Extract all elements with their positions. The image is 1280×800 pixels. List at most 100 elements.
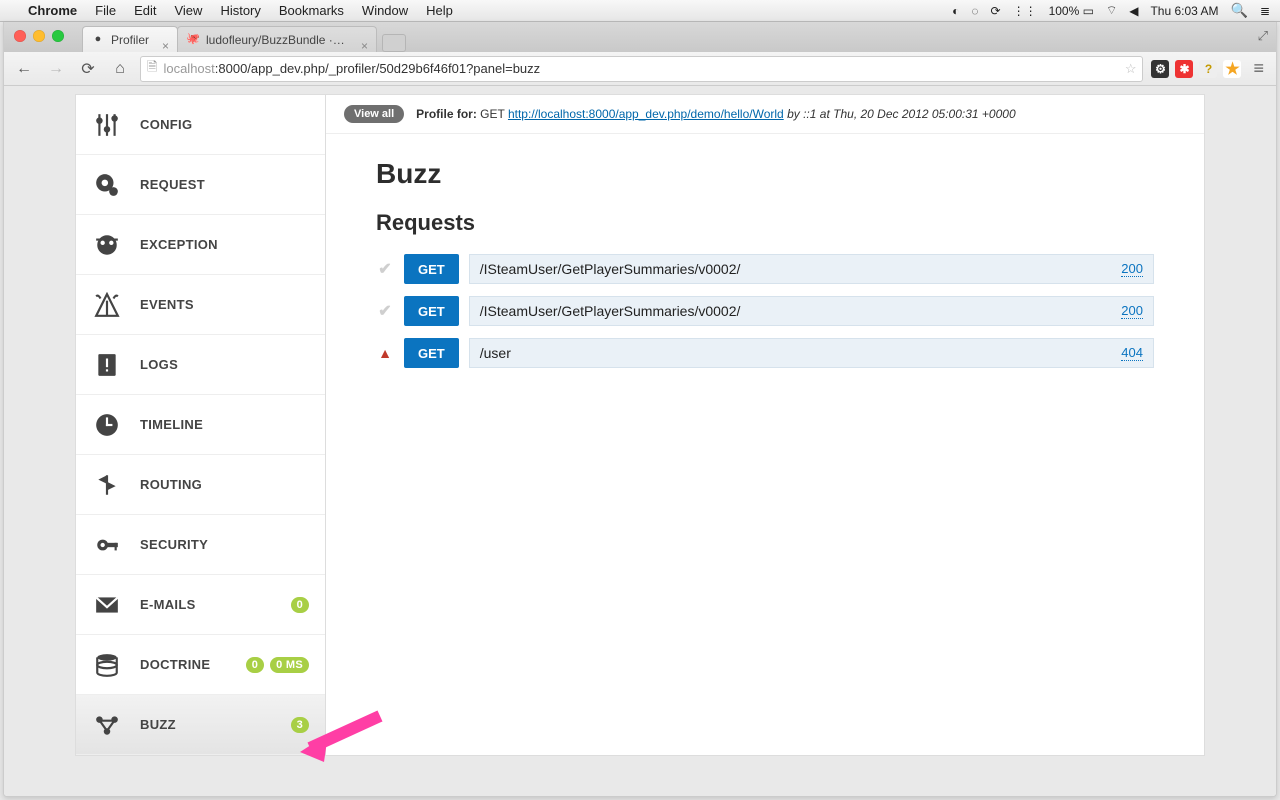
bluetooth-icon[interactable]: ⋮⋮ (1013, 4, 1037, 18)
wifi-icon[interactable]: ⌔ (1106, 3, 1117, 18)
window-zoom-button[interactable] (52, 30, 64, 42)
sidebar-item-config[interactable]: Config (76, 95, 325, 155)
sidebar-item-label: Exception (140, 237, 218, 252)
sidebar-item-buzz[interactable]: Buzz 3 (76, 695, 325, 755)
sidebar-item-exception[interactable]: Exception (76, 215, 325, 275)
count-badge: 0 (246, 657, 264, 673)
menu-window[interactable]: Window (362, 3, 408, 18)
notification-center-icon[interactable]: ≣ (1260, 4, 1270, 18)
request-row[interactable]: ✔GET/ISteamUser/GetPlayerSummaries/v0002… (376, 254, 1154, 284)
menu-view[interactable]: View (174, 3, 202, 18)
extension-icon[interactable]: ? (1199, 60, 1217, 78)
sidebar-item-timeline[interactable]: Timeline (76, 395, 325, 455)
sidebar-item-label: Timeline (140, 417, 203, 432)
panel-section-title: Requests (376, 210, 1154, 236)
page-content: Config Request Exception Events Logs (4, 86, 1276, 797)
status-icon[interactable]: ◐ (952, 4, 959, 18)
status-code[interactable]: 200 (1121, 303, 1143, 319)
sidebar-item-emails[interactable]: E-mails 0 (76, 575, 325, 635)
request-path: /ISteamUser/GetPlayerSummaries/v0002/ (480, 303, 741, 319)
sidebar-item-doctrine[interactable]: Doctrine 0 0 MS (76, 635, 325, 695)
database-icon (92, 650, 122, 680)
forward-button[interactable]: → (44, 57, 68, 81)
menu-help[interactable]: Help (426, 3, 453, 18)
security-icon (92, 530, 122, 560)
sidebar-item-label: E-mails (140, 597, 196, 612)
menu-edit[interactable]: Edit (134, 3, 156, 18)
menu-history[interactable]: History (220, 3, 260, 18)
request-bar: /ISteamUser/GetPlayerSummaries/v0002/200 (469, 254, 1154, 284)
request-path: /ISteamUser/GetPlayerSummaries/v0002/ (480, 261, 741, 277)
fullscreen-icon[interactable]: ⤢ (1258, 28, 1268, 44)
status-icon[interactable]: ⟳ (991, 4, 1001, 18)
profile-for-label: Profile for: GET http://localhost:8000/a… (416, 107, 1015, 121)
reload-button[interactable]: ⟳ (76, 57, 100, 81)
volume-icon[interactable]: ◀ (1129, 4, 1138, 18)
browser-toolbar: ← → ⟳ ⌂ 🗎 localhost:8000/app_dev.php/_pr… (4, 52, 1276, 86)
request-row[interactable]: ▲ GET/user404 (376, 338, 1154, 368)
panel-title: Buzz (376, 158, 1154, 190)
tab-title: Profiler (111, 33, 149, 47)
menubar-app-name[interactable]: Chrome (28, 3, 77, 18)
request-row[interactable]: ✔GET/ISteamUser/GetPlayerSummaries/v0002… (376, 296, 1154, 326)
routing-icon (92, 470, 122, 500)
window-minimize-button[interactable] (33, 30, 45, 42)
url-host: localhost (163, 61, 214, 76)
status-code[interactable]: 404 (1121, 345, 1143, 361)
bookmark-star-icon[interactable]: ☆ (1125, 61, 1137, 77)
status-icon[interactable]: ◌ (971, 4, 978, 18)
exception-icon (92, 230, 122, 260)
email-icon (92, 590, 122, 620)
menu-bookmarks[interactable]: Bookmarks (279, 3, 344, 18)
sidebar-item-label: Doctrine (140, 657, 210, 672)
sidebar-item-security[interactable]: Security (76, 515, 325, 575)
events-icon (92, 290, 122, 320)
view-all-button[interactable]: View all (344, 105, 404, 123)
gear-icon (92, 170, 122, 200)
window-close-button[interactable] (14, 30, 26, 42)
request-bar: /ISteamUser/GetPlayerSummaries/v0002/200 (469, 296, 1154, 326)
tab-close-icon[interactable]: × (361, 33, 368, 52)
http-method-badge: GET (404, 338, 459, 368)
sidebar-item-label: Events (140, 297, 194, 312)
menu-file[interactable]: File (95, 3, 116, 18)
sidebar-item-logs[interactable]: Logs (76, 335, 325, 395)
home-button[interactable]: ⌂ (108, 57, 132, 81)
chrome-menu-button[interactable]: ≡ (1249, 58, 1268, 79)
tab-close-icon[interactable]: × (162, 33, 169, 52)
browser-tab[interactable]: 🐙 ludofleury/BuzzBundle · GitHub × (177, 26, 377, 52)
tab-title: ludofleury/BuzzBundle · GitHub (206, 33, 373, 47)
buzz-icon (92, 710, 122, 740)
sidebar-item-routing[interactable]: Routing (76, 455, 325, 515)
warning-icon: ▲ (376, 338, 394, 368)
battery-indicator[interactable]: 100% ▭ (1049, 4, 1094, 18)
back-button[interactable]: ← (12, 57, 36, 81)
count-badge: 3 (291, 717, 309, 733)
sidebar-item-label: Security (140, 537, 208, 552)
menubar-clock[interactable]: Thu 6:03 AM (1150, 4, 1218, 18)
sidebar-item-label: Request (140, 177, 205, 192)
extension-icon[interactable]: ⚙ (1151, 60, 1169, 78)
sidebar-item-request[interactable]: Request (76, 155, 325, 215)
sidebar-item-label: Routing (140, 477, 202, 492)
browser-tab-active[interactable]: ● Profiler × (82, 26, 178, 52)
buzz-panel: Buzz Requests ✔GET/ISteamUser/GetPlayerS… (326, 134, 1204, 390)
tab-strip: ● Profiler × 🐙 ludofleury/BuzzBundle · G… (4, 22, 1276, 52)
spotlight-icon[interactable]: 🔍 (1231, 2, 1248, 19)
extension-icons: ⚙ ✱ ? ★ (1151, 60, 1241, 78)
profiler-content: View all Profile for: GET http://localho… (325, 94, 1205, 756)
extension-icon[interactable]: ✱ (1175, 60, 1193, 78)
time-badge: 0 MS (270, 657, 309, 673)
sidebar-item-events[interactable]: Events (76, 275, 325, 335)
timeline-icon (92, 410, 122, 440)
new-tab-button[interactable] (382, 34, 406, 52)
sidebar-item-label: Buzz (140, 717, 176, 732)
status-code[interactable]: 200 (1121, 261, 1143, 277)
github-favicon-icon: 🐙 (186, 32, 200, 46)
browser-window: ● Profiler × 🐙 ludofleury/BuzzBundle · G… (3, 22, 1277, 797)
config-icon (92, 110, 122, 140)
request-bar: /user404 (469, 338, 1154, 368)
address-bar[interactable]: 🗎 localhost:8000/app_dev.php/_profiler/5… (140, 56, 1143, 82)
profile-url-link[interactable]: http://localhost:8000/app_dev.php/demo/h… (508, 107, 784, 121)
extension-icon[interactable]: ★ (1223, 60, 1241, 78)
